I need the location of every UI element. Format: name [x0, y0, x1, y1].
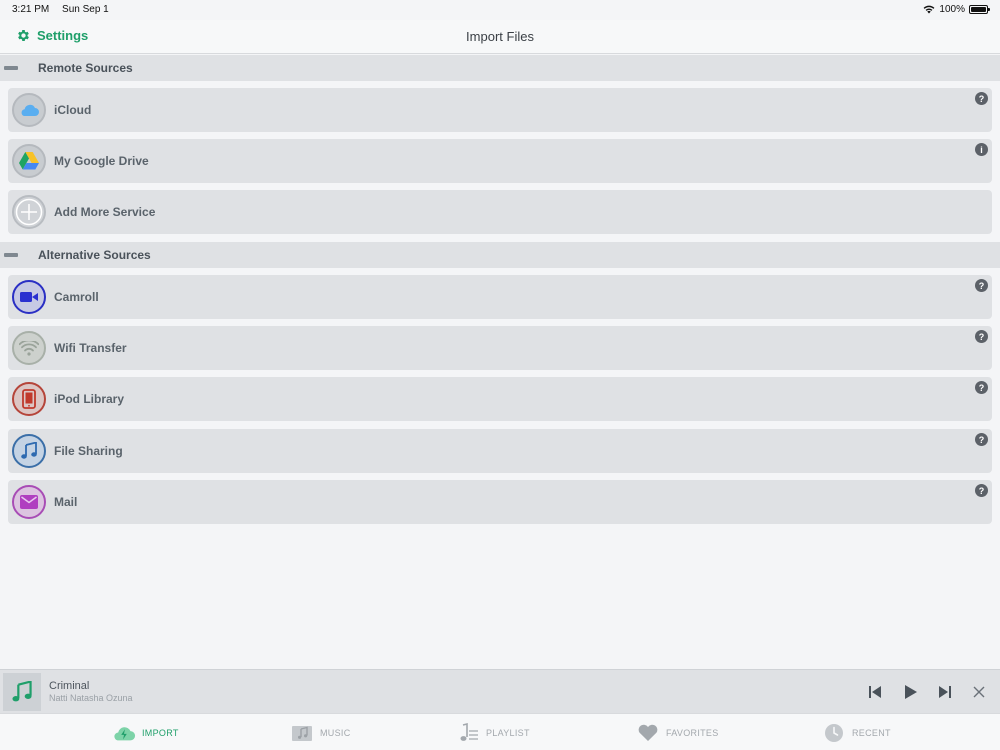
status-time: 3:21 PM: [12, 4, 50, 15]
tab-bar: IMPORT MUSIC PLAYLIST FAVORITES RECENT: [0, 713, 1000, 750]
row-file-sharing[interactable]: File Sharing ?: [8, 429, 992, 473]
help-icon[interactable]: ?: [975, 381, 988, 394]
tab-label: RECENT: [852, 727, 891, 738]
tab-music[interactable]: MUSIC: [290, 714, 351, 750]
row-ipod-library[interactable]: iPod Library ?: [8, 377, 992, 421]
close-button[interactable]: [969, 682, 989, 702]
heart-icon: [636, 723, 660, 743]
icloud-icon: [12, 93, 46, 127]
skip-forward-icon: [939, 686, 951, 698]
import-icon: [112, 723, 136, 743]
page-title: Import Files: [466, 29, 534, 44]
row-label: File Sharing: [54, 444, 123, 458]
music-note-icon: [12, 681, 32, 702]
help-icon[interactable]: ?: [975, 279, 988, 292]
row-label: Add More Service: [54, 205, 156, 219]
nav-bar: Settings Import Files: [0, 20, 1000, 54]
google-drive-icon: [12, 144, 46, 178]
row-label: Camroll: [54, 290, 99, 304]
wifi-icon: [924, 5, 935, 14]
tab-label: PLAYLIST: [486, 727, 530, 738]
playlist-icon: [456, 722, 480, 743]
row-wifi-transfer[interactable]: Wifi Transfer ?: [8, 326, 992, 370]
wifi-icon: [12, 331, 46, 365]
minus-icon: [4, 253, 18, 257]
row-camroll[interactable]: Camroll ?: [8, 275, 992, 319]
help-icon[interactable]: ?: [975, 92, 988, 105]
section-header-alternative: Alternative Sources: [0, 242, 1000, 268]
row-label: Mail: [54, 495, 78, 509]
minus-icon: [4, 66, 18, 70]
help-icon[interactable]: ?: [975, 433, 988, 446]
row-label: Wifi Transfer: [54, 341, 127, 355]
row-label: iCloud: [54, 103, 92, 117]
row-google-drive[interactable]: My Google Drive i: [8, 139, 992, 183]
close-icon: [973, 686, 985, 698]
section-title: Alternative Sources: [38, 248, 151, 262]
tab-label: FAVORITES: [666, 727, 719, 738]
row-label: My Google Drive: [54, 154, 149, 168]
play-icon: [905, 685, 917, 699]
skip-back-icon: [869, 686, 881, 698]
ipod-icon: [12, 382, 46, 416]
play-button[interactable]: [901, 682, 921, 702]
status-date: Sun Sep 1: [62, 4, 109, 15]
info-icon[interactable]: i: [975, 143, 988, 156]
row-mail[interactable]: Mail ?: [8, 480, 992, 524]
battery-icon: [969, 5, 990, 14]
envelope-icon: [12, 485, 46, 519]
section-header-remote: Remote Sources: [0, 55, 1000, 81]
now-playing-bar[interactable]: Criminal Natti Natasha Ozuna: [0, 669, 1000, 713]
tab-recent[interactable]: RECENT: [822, 714, 891, 750]
video-camera-icon: [12, 280, 46, 314]
collapse-alternative-button[interactable]: [0, 242, 22, 268]
battery-percent: 100%: [939, 4, 965, 15]
next-button[interactable]: [935, 682, 955, 702]
tab-import[interactable]: IMPORT: [112, 714, 179, 750]
help-icon[interactable]: ?: [975, 330, 988, 343]
row-label: iPod Library: [54, 392, 125, 406]
music-icon: [290, 723, 314, 743]
clock-icon: [822, 723, 846, 743]
album-art[interactable]: [3, 673, 41, 711]
previous-button[interactable]: [865, 682, 885, 702]
collapse-remote-button[interactable]: [0, 55, 22, 81]
row-icloud[interactable]: iCloud ?: [8, 88, 992, 132]
section-title: Remote Sources: [38, 61, 133, 75]
track-title: Criminal: [49, 680, 90, 692]
add-circle-icon: [12, 195, 46, 229]
tab-label: MUSIC: [320, 727, 351, 738]
help-icon[interactable]: ?: [975, 484, 988, 497]
tab-label: IMPORT: [142, 727, 179, 738]
music-note-icon: [12, 434, 46, 468]
row-add-service[interactable]: Add More Service: [8, 190, 992, 234]
tab-favorites[interactable]: FAVORITES: [636, 714, 719, 750]
tab-playlist[interactable]: PLAYLIST: [456, 714, 530, 750]
status-bar: 3:21 PM Sun Sep 1 100%: [0, 0, 1000, 20]
track-artist: Natti Natasha Ozuna: [49, 693, 133, 703]
